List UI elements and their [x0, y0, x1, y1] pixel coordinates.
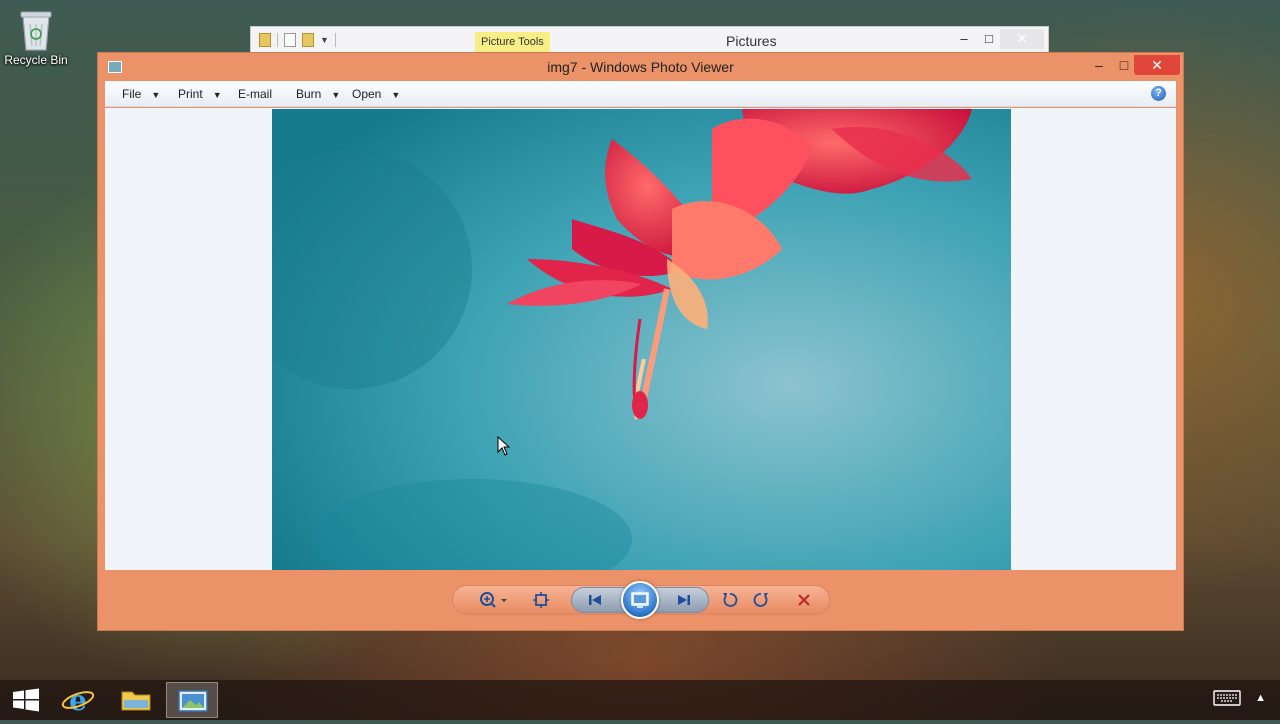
menu-print-label: Print [178, 87, 203, 101]
previous-icon[interactable] [586, 591, 604, 609]
window-title: img7 - Windows Photo Viewer [547, 59, 734, 75]
chevron-down-icon: ▼ [331, 90, 341, 100]
show-hidden-icons-icon[interactable]: ▲ [1255, 692, 1266, 704]
chevron-down-icon: ▼ [151, 90, 161, 100]
minimize-button[interactable]: – [1086, 55, 1112, 75]
folder-icon[interactable] [259, 33, 271, 47]
chevron-down-icon: ▼ [391, 90, 401, 100]
flower-photo-image [272, 109, 1011, 570]
menu-file[interactable]: File ▼ [122, 81, 160, 107]
customize-toolbar-icon[interactable]: ▼ [320, 35, 329, 45]
taskbar: e ▲ [0, 680, 1280, 720]
image-canvas [105, 108, 1176, 570]
internet-explorer-icon: e [61, 684, 95, 717]
zoom-icon[interactable] [479, 591, 509, 609]
help-icon[interactable]: ? [1151, 86, 1166, 101]
menu-email[interactable]: E-mail [238, 81, 272, 107]
actual-size-icon[interactable] [532, 591, 550, 609]
picture-tools-tab[interactable]: Picture Tools [475, 32, 550, 53]
taskbar-photo-viewer[interactable] [166, 682, 218, 718]
toolbar-separator [334, 33, 336, 47]
taskbar-internet-explorer[interactable]: e [52, 682, 104, 718]
recycle-bin-label: Recycle Bin [4, 53, 68, 67]
new-folder-icon[interactable] [302, 33, 314, 47]
delete-icon[interactable] [795, 591, 813, 609]
slideshow-icon [631, 592, 649, 608]
viewer-toolbar [452, 581, 830, 619]
taskbar-file-explorer[interactable] [110, 682, 162, 718]
chevron-down-icon: ▼ [212, 90, 222, 100]
system-tray: ▲ [1213, 690, 1266, 706]
menu-open-label: Open [352, 87, 382, 101]
folder-icon [121, 691, 151, 711]
menu-burn[interactable]: Burn ▼ [296, 81, 340, 107]
explorer-maximize-button[interactable]: □ [976, 29, 1002, 49]
next-icon[interactable] [675, 591, 693, 609]
recycle-bin[interactable]: Recycle Bin [4, 6, 68, 67]
rotate-counterclockwise-icon[interactable] [721, 591, 739, 609]
start-button[interactable] [0, 682, 52, 718]
menu-burn-label: Burn [296, 87, 322, 101]
slideshow-button[interactable] [621, 581, 659, 619]
keyboard-icon[interactable] [1213, 690, 1241, 706]
flower-photo [272, 109, 1011, 570]
menu-bar: File ▼ Print ▼ E-mail Burn ▼ Open ▼ ? [105, 81, 1176, 107]
rotate-clockwise-icon[interactable] [752, 591, 770, 609]
quick-access-toolbar: ▼ [259, 33, 336, 47]
svg-text:e: e [69, 684, 87, 717]
toolbar-separator [277, 33, 278, 47]
close-button[interactable]: ✕ [1134, 55, 1180, 75]
recycle-bin-icon [20, 11, 52, 51]
explorer-minimize-button[interactable]: – [951, 29, 977, 49]
windows-logo-icon [13, 688, 39, 712]
explorer-title: Pictures [726, 33, 777, 49]
menu-print[interactable]: Print ▼ [178, 81, 222, 107]
menu-open[interactable]: Open ▼ [352, 81, 400, 107]
properties-icon[interactable] [284, 33, 296, 47]
explorer-close-button[interactable]: ✕ [1000, 29, 1044, 49]
mouse-cursor-icon [497, 436, 511, 456]
menu-file-label: File [122, 87, 142, 101]
photo-viewer-window[interactable]: img7 - Windows Photo Viewer – □ ✕ File ▼ … [97, 52, 1184, 631]
photo-viewer-icon [178, 690, 208, 712]
menu-email-label: E-mail [238, 87, 273, 101]
